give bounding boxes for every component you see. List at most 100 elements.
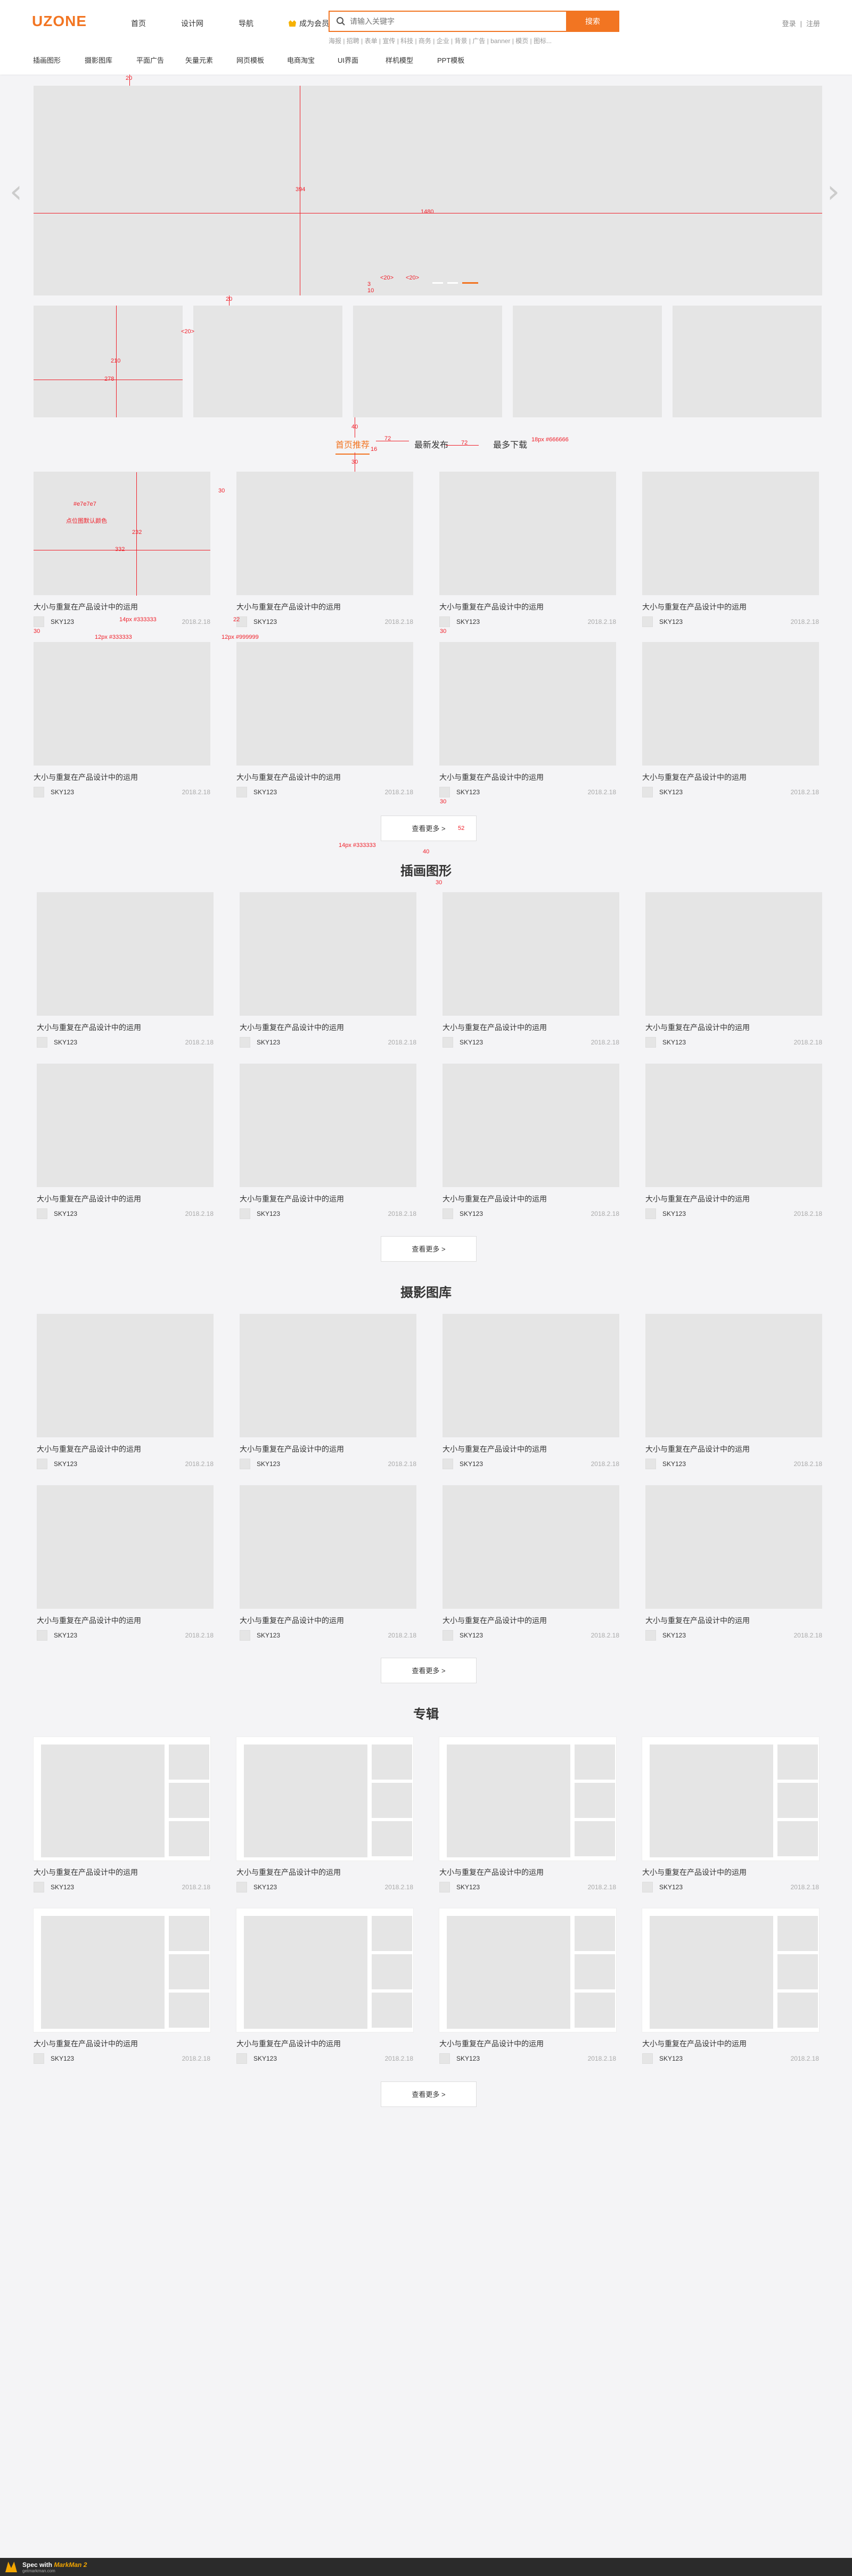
- card-title[interactable]: 大小与重复在产品设计中的运用: [236, 2038, 413, 2049]
- card-thumbnail[interactable]: [236, 642, 413, 766]
- avatar[interactable]: [34, 2053, 44, 2064]
- category-mockup[interactable]: 样机模型: [386, 55, 437, 65]
- card-author[interactable]: SKY123: [253, 788, 277, 796]
- hot-search-words[interactable]: 海报 | 招聘 | 表单 | 宣传 | 科技 | 商务 | 企业 | 背景 | …: [329, 36, 552, 45]
- search-input[interactable]: [350, 12, 552, 31]
- feature-thumb[interactable]: [34, 306, 183, 417]
- avatar[interactable]: [240, 1037, 250, 1048]
- card-title[interactable]: 大小与重复在产品设计中的运用: [240, 1444, 416, 1454]
- card-title[interactable]: 大小与重复在产品设计中的运用: [642, 772, 819, 783]
- card-author[interactable]: SKY123: [659, 788, 683, 796]
- category-ecommerce[interactable]: 电商淘宝: [287, 55, 338, 65]
- card-thumbnail[interactable]: [34, 1737, 210, 1861]
- card-title[interactable]: 大小与重复在产品设计中的运用: [240, 1615, 416, 1626]
- card-author[interactable]: SKY123: [253, 618, 277, 626]
- card-author[interactable]: SKY123: [456, 1883, 480, 1891]
- avatar[interactable]: [645, 1459, 656, 1469]
- avatar[interactable]: [439, 1882, 450, 1892]
- album-card[interactable]: 大小与重复在产品设计中的运用 SKY123 2018.2.18: [642, 1908, 819, 2064]
- more-button[interactable]: 查看更多 >: [381, 1658, 477, 1683]
- card-author[interactable]: SKY123: [662, 1632, 686, 1639]
- category-photo[interactable]: 摄影图库: [85, 55, 136, 65]
- card-thumbnail[interactable]: [34, 642, 210, 766]
- banner-dot[interactable]: [447, 282, 458, 284]
- resource-card[interactable]: 大小与重复在产品设计中的运用 SKY123 2018.2.18: [240, 892, 416, 1048]
- card-thumbnail[interactable]: [645, 1314, 822, 1437]
- resource-card[interactable]: 大小与重复在产品设计中的运用 SKY123 2018.2.18: [439, 472, 616, 627]
- avatar[interactable]: [439, 787, 450, 797]
- site-logo[interactable]: UZONE: [32, 13, 87, 30]
- avatar[interactable]: [34, 1882, 44, 1892]
- feature-thumb[interactable]: [513, 306, 662, 417]
- card-title[interactable]: 大小与重复在产品设计中的运用: [34, 602, 210, 612]
- avatar[interactable]: [443, 1630, 453, 1641]
- card-author[interactable]: SKY123: [460, 1210, 483, 1217]
- card-author[interactable]: SKY123: [54, 1632, 77, 1639]
- card-thumbnail[interactable]: [236, 1908, 413, 2032]
- nav-item-design[interactable]: 设计网: [181, 18, 203, 29]
- avatar[interactable]: [439, 2053, 450, 2064]
- card-thumbnail[interactable]: [645, 892, 822, 1016]
- card-title[interactable]: 大小与重复在产品设计中的运用: [645, 1194, 822, 1204]
- resource-card[interactable]: 大小与重复在产品设计中的运用 SKY123 2018.2.18: [439, 642, 616, 797]
- card-thumbnail[interactable]: [439, 1908, 616, 2032]
- card-author[interactable]: SKY123: [257, 1039, 280, 1046]
- tab-most-downloaded[interactable]: 最多下载: [493, 438, 527, 455]
- resource-card[interactable]: 大小与重复在产品设计中的运用 SKY123 2018.2.18: [645, 1314, 822, 1469]
- card-thumbnail[interactable]: [642, 642, 819, 766]
- card-author[interactable]: SKY123: [257, 1210, 280, 1217]
- card-title[interactable]: 大小与重复在产品设计中的运用: [439, 1867, 616, 1878]
- resource-card[interactable]: 大小与重复在产品设计中的运用 SKY123 2018.2.18: [236, 642, 413, 797]
- card-title[interactable]: 大小与重复在产品设计中的运用: [443, 1022, 619, 1033]
- search-button[interactable]: 搜索: [566, 11, 619, 32]
- card-author[interactable]: SKY123: [253, 2055, 277, 2062]
- card-title[interactable]: 大小与重复在产品设计中的运用: [642, 602, 819, 612]
- resource-card[interactable]: 大小与重复在产品设计中的运用 SKY123 2018.2.18: [37, 1485, 214, 1641]
- card-thumbnail[interactable]: [236, 1737, 413, 1861]
- avatar[interactable]: [37, 1208, 47, 1219]
- avatar[interactable]: [37, 1459, 47, 1469]
- resource-card[interactable]: 大小与重复在产品设计中的运用 SKY123 2018.2.18: [645, 1485, 822, 1641]
- card-title[interactable]: 大小与重复在产品设计中的运用: [645, 1022, 822, 1033]
- category-web-template[interactable]: 网页模板: [236, 55, 287, 65]
- card-title[interactable]: 大小与重复在产品设计中的运用: [439, 772, 616, 783]
- card-thumbnail[interactable]: [439, 642, 616, 766]
- more-button[interactable]: 查看更多 >: [381, 1236, 477, 1262]
- avatar[interactable]: [37, 1037, 47, 1048]
- card-author[interactable]: SKY123: [659, 2055, 683, 2062]
- card-author[interactable]: SKY123: [456, 2055, 480, 2062]
- avatar[interactable]: [37, 1630, 47, 1641]
- banner-next-arrow[interactable]: ›: [827, 176, 840, 208]
- card-title[interactable]: 大小与重复在产品设计中的运用: [642, 1867, 819, 1878]
- avatar[interactable]: [642, 616, 653, 627]
- card-title[interactable]: 大小与重复在产品设计中的运用: [645, 1615, 822, 1626]
- resource-card[interactable]: 大小与重复在产品设计中的运用 SKY123 2018.2.18: [443, 1064, 619, 1219]
- register-link[interactable]: 注册: [806, 20, 820, 28]
- card-title[interactable]: 大小与重复在产品设计中的运用: [37, 1615, 214, 1626]
- card-title[interactable]: 大小与重复在产品设计中的运用: [34, 772, 210, 783]
- card-title[interactable]: 大小与重复在产品设计中的运用: [37, 1194, 214, 1204]
- card-author[interactable]: SKY123: [460, 1460, 483, 1468]
- card-author[interactable]: SKY123: [659, 618, 683, 626]
- feature-thumb[interactable]: [193, 306, 342, 417]
- card-title[interactable]: 大小与重复在产品设计中的运用: [439, 2038, 616, 2049]
- album-card[interactable]: 大小与重复在产品设计中的运用 SKY123 2018.2.18: [236, 1737, 413, 1892]
- card-author[interactable]: SKY123: [257, 1460, 280, 1468]
- avatar[interactable]: [439, 616, 450, 627]
- album-card[interactable]: 大小与重复在产品设计中的运用 SKY123 2018.2.18: [642, 1737, 819, 1892]
- album-card[interactable]: 大小与重复在产品设计中的运用 SKY123 2018.2.18: [439, 1737, 616, 1892]
- feature-thumb[interactable]: [673, 306, 822, 417]
- resource-card[interactable]: 大小与重复在产品设计中的运用 SKY123 2018.2.18: [645, 1064, 822, 1219]
- resource-card[interactable]: 大小与重复在产品设计中的运用 SKY123 2018.2.18: [642, 642, 819, 797]
- card-title[interactable]: 大小与重复在产品设计中的运用: [439, 602, 616, 612]
- resource-card[interactable]: 大小与重复在产品设计中的运用 SKY123 2018.2.18: [642, 472, 819, 627]
- category-ppt[interactable]: PPT模板: [437, 55, 464, 65]
- tab-latest[interactable]: 最新发布: [414, 438, 448, 455]
- resource-card[interactable]: 大小与重复在产品设计中的运用 SKY123 2018.2.18: [240, 1485, 416, 1641]
- card-thumbnail[interactable]: [645, 1485, 822, 1609]
- avatar[interactable]: [443, 1037, 453, 1048]
- avatar[interactable]: [236, 2053, 247, 2064]
- card-thumbnail[interactable]: [439, 472, 616, 595]
- card-author[interactable]: SKY123: [456, 788, 480, 796]
- avatar[interactable]: [645, 1630, 656, 1641]
